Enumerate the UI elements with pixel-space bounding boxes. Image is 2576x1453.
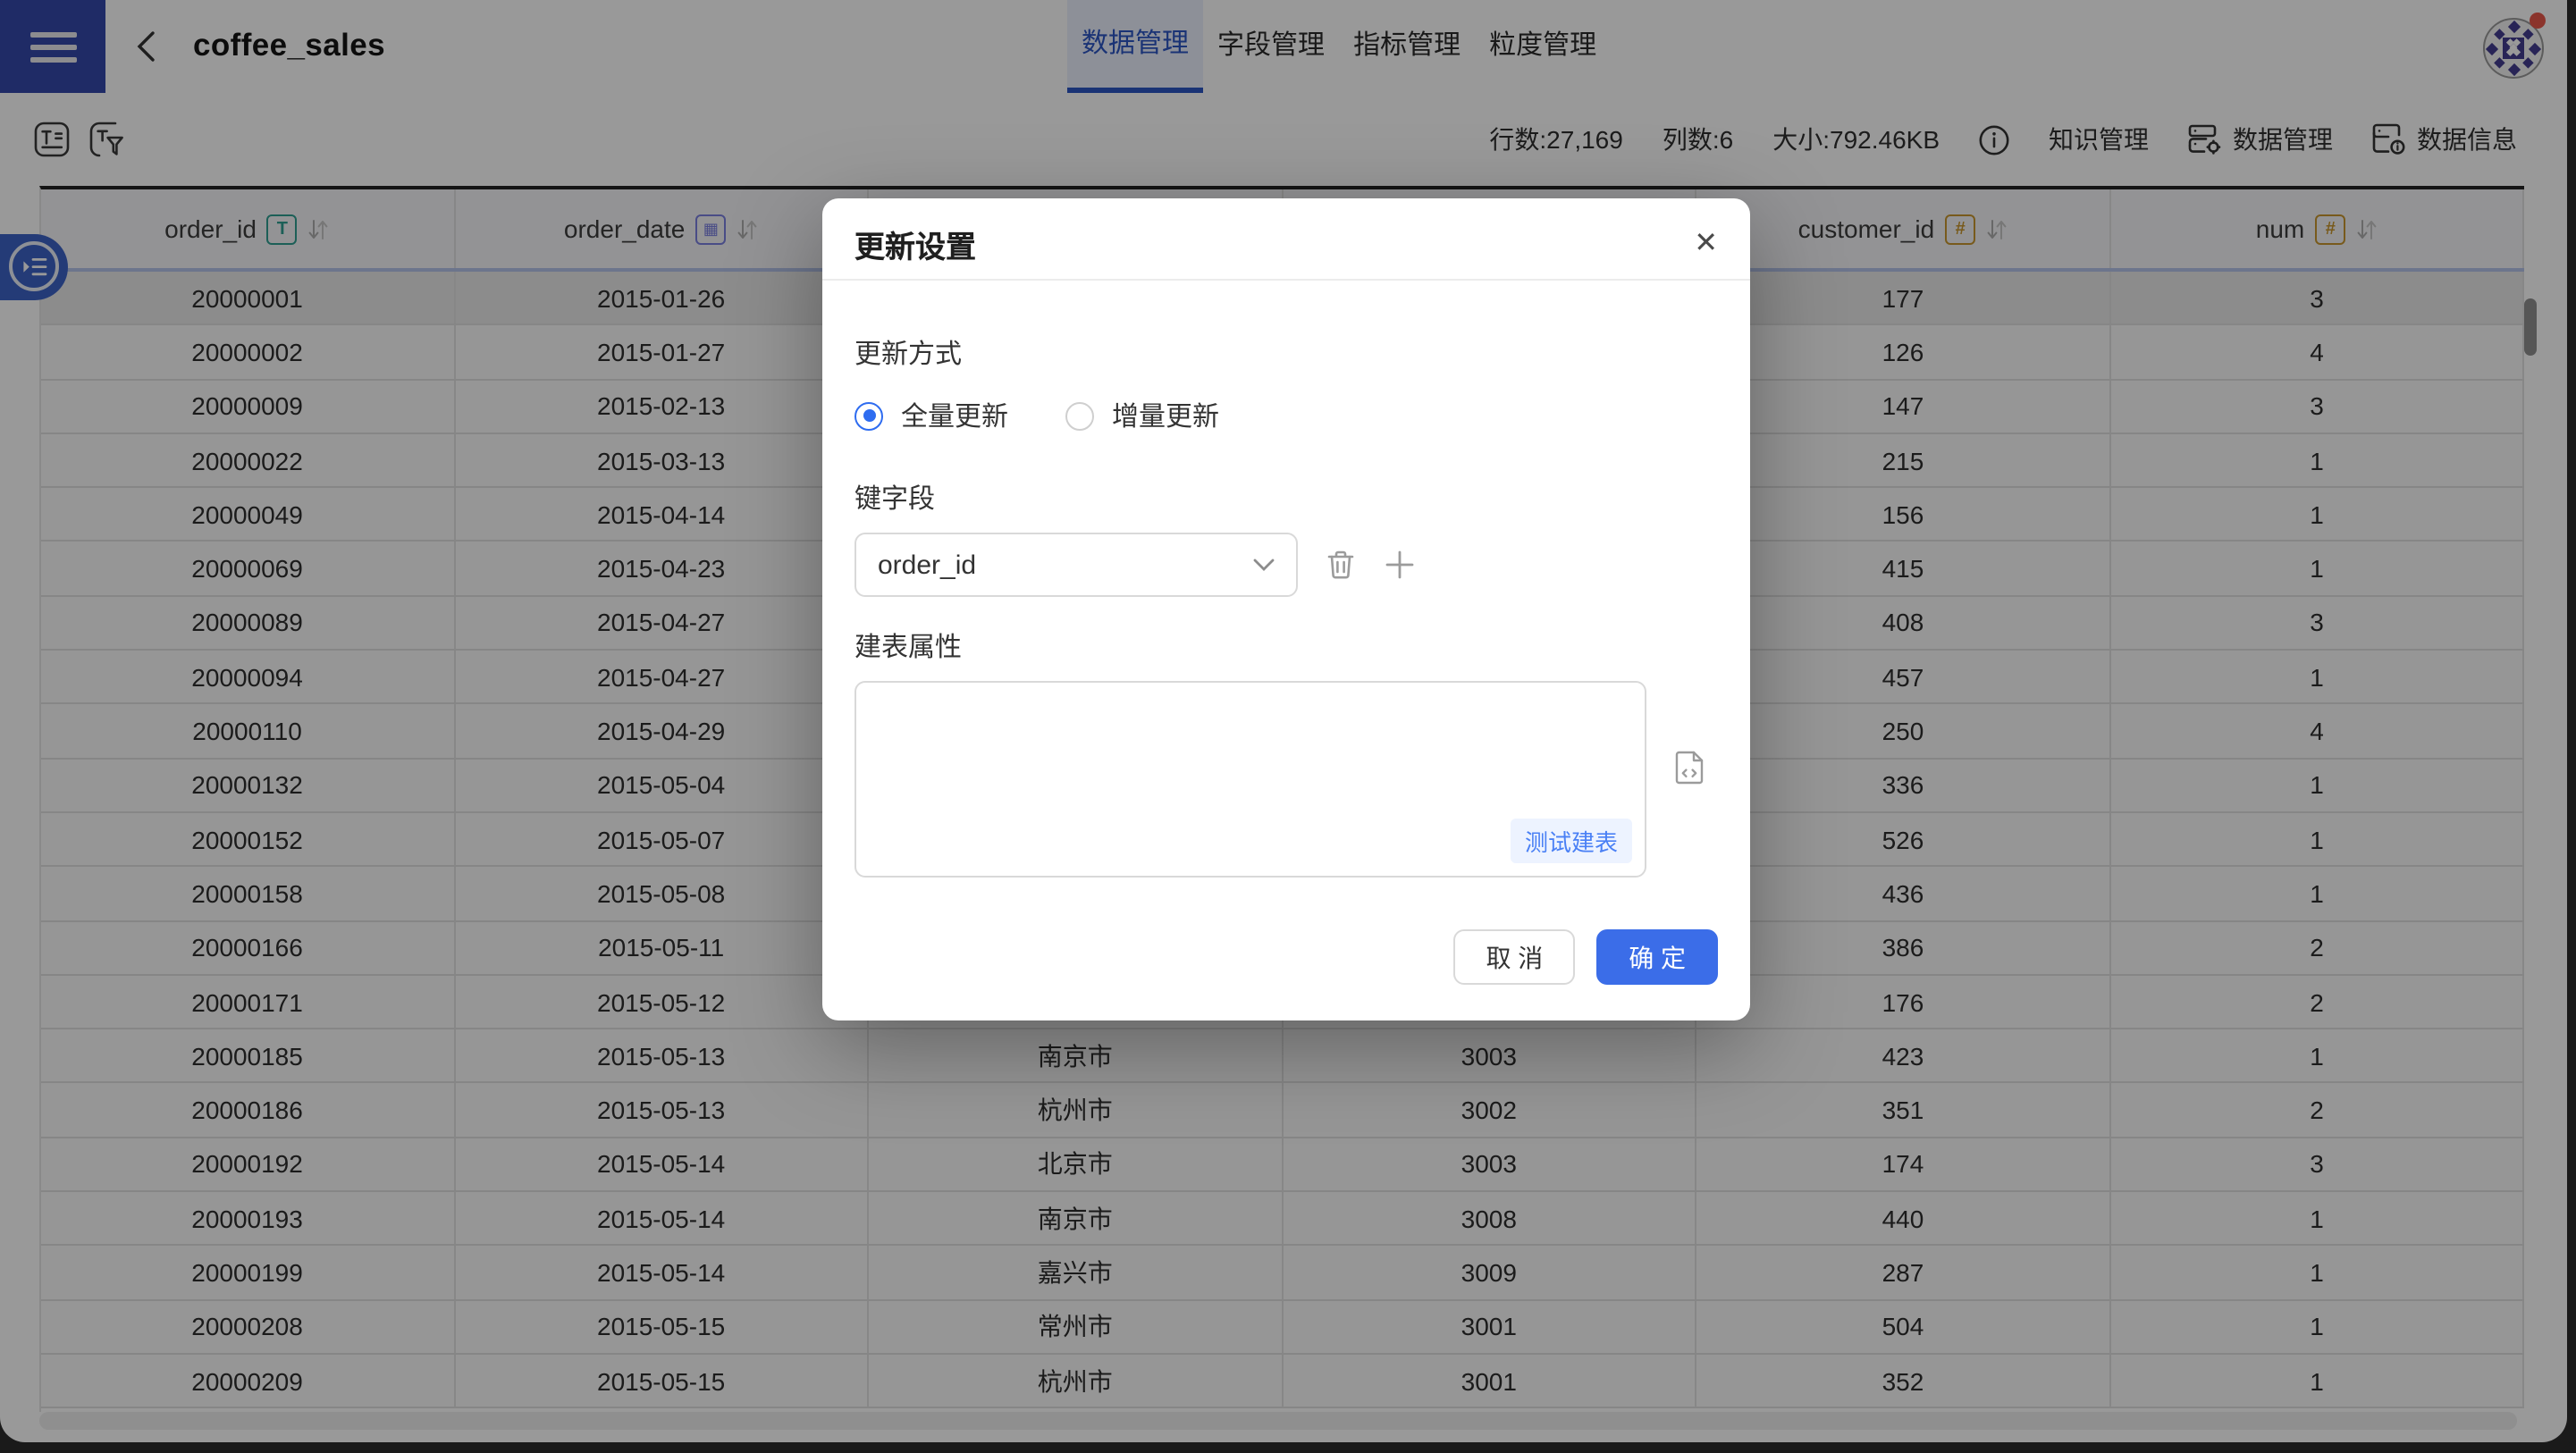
key-field-label: 键字段	[854, 479, 1718, 517]
app-stage: coffee_sales 数据管理 字段管理 指标管理 粒度管理	[0, 0, 2576, 1453]
modal-body: 更新方式 全量更新 增量更新 键字段 order_id 建表属性	[822, 281, 1750, 878]
modal-footer: 取 消 确 定	[1453, 929, 1718, 985]
delete-key-field-icon[interactable]	[1325, 549, 1357, 581]
full-update-radio[interactable]	[854, 401, 883, 430]
modal-title: 更新设置	[854, 211, 976, 266]
test-create-table-button[interactable]: 测试建表	[1511, 819, 1632, 863]
incremental-update-label[interactable]: 增量更新	[1112, 397, 1219, 434]
close-icon[interactable]: ✕	[1694, 217, 1718, 260]
update-settings-modal: 更新设置 ✕ 更新方式 全量更新 增量更新 键字段 order_id	[822, 198, 1750, 1020]
modal-header: 更新设置 ✕	[822, 198, 1750, 281]
cancel-button[interactable]: 取 消	[1453, 929, 1575, 985]
incremental-update-radio[interactable]	[1065, 401, 1094, 430]
code-file-icon[interactable]	[1675, 751, 1704, 785]
confirm-button[interactable]: 确 定	[1596, 929, 1718, 985]
update-mode-label: 更新方式	[854, 334, 1718, 372]
full-update-label[interactable]: 全量更新	[901, 397, 1008, 434]
create-table-props-row: 测试建表	[854, 681, 1646, 878]
key-field-value: order_id	[878, 550, 976, 580]
create-table-props-label: 建表属性	[854, 627, 1718, 665]
update-mode-options: 全量更新 增量更新	[854, 397, 1718, 434]
chevron-down-icon	[1253, 558, 1275, 572]
key-field-select[interactable]: order_id	[854, 533, 1298, 597]
key-field-row: order_id	[854, 533, 1718, 597]
add-key-field-icon[interactable]	[1384, 549, 1416, 581]
